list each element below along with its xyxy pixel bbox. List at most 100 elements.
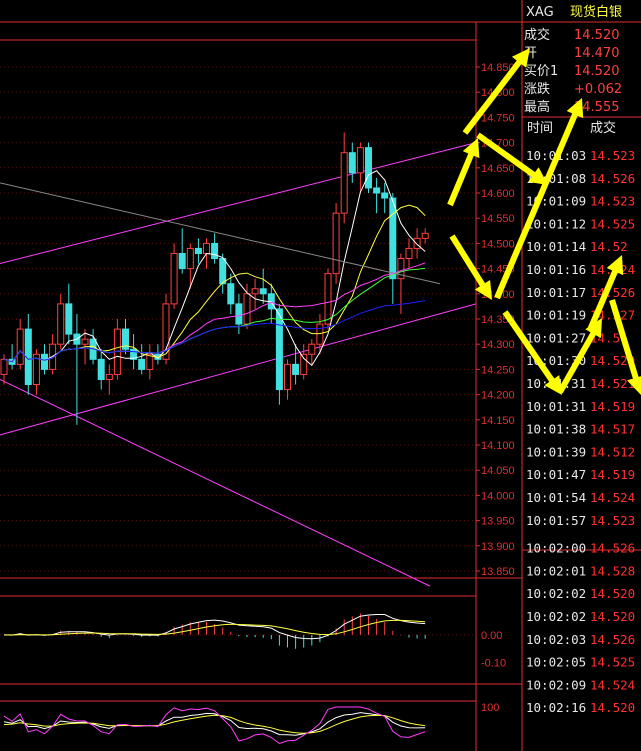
quote-panel: 成交 14.520开 14.470买价1 14.520涨跌 +0.062最高 14.555 [524, 27, 622, 115]
tick-time: 10:02:03 [526, 632, 586, 647]
macd-axis-label: -0.10 [481, 657, 506, 669]
candle-down [219, 258, 227, 285]
tick-price: 14.517 [590, 422, 635, 437]
axis-label: 14.200 [481, 390, 515, 402]
candle-up [332, 212, 340, 275]
tick-price: 14.526 [590, 541, 635, 556]
candle-down [292, 363, 300, 375]
axis-label: 14.050 [481, 465, 515, 477]
axis-label: 14.100 [481, 440, 515, 452]
axis-label: 13.850 [481, 566, 515, 578]
tick-time: 10:02:01 [526, 563, 586, 578]
tick-time: 10:02:16 [526, 700, 586, 715]
candle-up [421, 232, 429, 239]
tick-price: 14.524 [590, 490, 635, 505]
ma-line [3, 204, 426, 363]
quote-value: 14.470 [574, 46, 620, 61]
tick-price: 14.526 [590, 632, 635, 647]
candle-up [105, 373, 113, 380]
axis-label: 13.950 [481, 516, 515, 528]
axis-label: 14.250 [481, 364, 515, 376]
channel-falling [0, 379, 431, 587]
tick-price: 14.519 [590, 467, 635, 482]
candle-down [275, 308, 283, 391]
candle-down [65, 303, 73, 335]
tick-time: 10:01:47 [526, 467, 586, 482]
symbol-code: XAG [526, 5, 554, 20]
candle-down [389, 197, 397, 280]
tick-price: 14.520 [590, 586, 635, 601]
tick-time: 10:01:16 [526, 262, 586, 277]
tick-time: 10:01:54 [526, 490, 586, 505]
tick-price: 14.523 [590, 148, 635, 163]
candle-up [203, 242, 210, 254]
candle-up [251, 288, 259, 295]
candle-up [0, 358, 8, 375]
channel-upper [0, 142, 477, 265]
tick-price: 14.524 [590, 677, 635, 692]
candle-up [57, 303, 65, 345]
tick-time: 10:02:05 [526, 655, 586, 670]
candle-up [316, 323, 324, 345]
candle-up [324, 273, 332, 325]
quote-label: 最高 [524, 99, 550, 115]
ticks-header-price: 成交 [590, 120, 616, 136]
candle-up [340, 152, 348, 214]
quote-label: 成交 [524, 27, 550, 43]
candle-up [16, 328, 24, 365]
candles [0, 132, 429, 425]
candle-up [356, 147, 364, 174]
tick-time: 10:01:12 [526, 216, 586, 231]
trading-chart: 14.85014.80014.75014.70014.65014.60014.5… [0, 0, 641, 751]
candle-down [211, 242, 219, 260]
axis-label: 13.900 [481, 541, 515, 553]
candle-down [97, 358, 105, 380]
candle-down [194, 247, 202, 254]
axis-label: 14.150 [481, 415, 515, 427]
candle-down [138, 358, 146, 370]
tick-price: 14.523 [590, 513, 635, 528]
candle-up [413, 237, 421, 249]
axis-label: 14.650 [481, 163, 515, 175]
candle-up [308, 343, 316, 355]
trend-channel [0, 142, 477, 587]
axis-label: 14.750 [481, 112, 515, 124]
kdj-panel: 100 [3, 702, 499, 745]
tick-time: 10:01:31 [526, 399, 586, 414]
quote-label: 涨跌 [524, 81, 550, 97]
quote-label: 买价1 [524, 64, 558, 79]
candle-down [381, 192, 389, 199]
tick-price: 14.525 [590, 216, 635, 231]
tick-price: 14.520 [590, 609, 635, 624]
candle-up [170, 252, 178, 305]
candle-down [259, 288, 267, 295]
tick-time: 10:01:27 [526, 330, 586, 345]
quote-value: 14.520 [574, 28, 620, 43]
axis-label: 14.550 [481, 213, 515, 225]
candle-up [284, 363, 291, 391]
tick-time: 10:02:00 [526, 541, 586, 556]
ticks-header-time: 时间 [527, 121, 553, 136]
tick-price: 14.520 [590, 700, 635, 715]
candle-up [243, 293, 251, 325]
tick-price: 14.519 [590, 399, 635, 414]
candle-down [178, 252, 186, 270]
symbol-name: 现货白银 [570, 4, 622, 20]
candle-up [405, 247, 413, 260]
tick-list: 时间成交10:01:0314.52310:01:0814.52610:01:09… [526, 120, 635, 715]
tick-price: 14.52 [590, 239, 628, 254]
candle-down [227, 283, 235, 305]
tick-price: 14.512 [590, 444, 635, 459]
macd-axis-label: 0.00 [481, 630, 502, 642]
quote-value: +0.062 [574, 82, 622, 97]
tick-price: 14.525 [590, 655, 635, 670]
candle-up [186, 247, 194, 270]
quote-value: 14.520 [574, 64, 620, 79]
axis-label: 14.000 [481, 490, 515, 502]
tick-price: 14.526 [590, 285, 635, 300]
axis-label: 14.600 [481, 188, 515, 200]
tick-time: 10:01:17 [526, 285, 586, 300]
tick-time: 10:01:14 [526, 239, 586, 254]
tick-time: 10:01:39 [526, 444, 586, 459]
tick-time: 10:02:02 [526, 609, 586, 624]
